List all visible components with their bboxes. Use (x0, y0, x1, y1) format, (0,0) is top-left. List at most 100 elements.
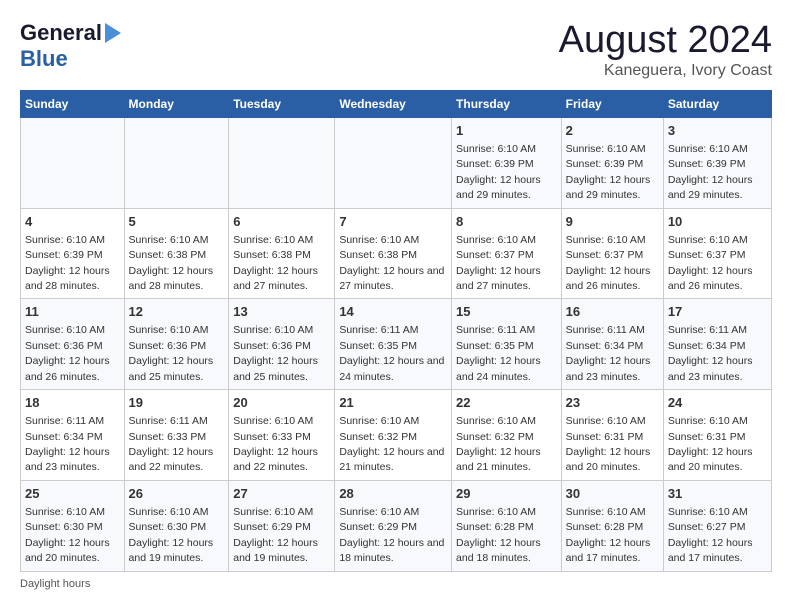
day-number: 19 (129, 394, 225, 412)
calendar-cell: 9 Sunrise: 6:10 AMSunset: 6:37 PMDaylight… (561, 208, 663, 299)
cell-info: Sunrise: 6:11 AMSunset: 6:35 PMDaylight:… (456, 324, 541, 382)
calendar-cell: 15Sunrise: 6:11 AMSunset: 6:35 PMDayligh… (452, 299, 562, 390)
cell-info: Sunrise: 6:10 AMSunset: 6:38 PMDaylight:… (233, 234, 318, 292)
cell-info: Sunrise: 6:10 AMSunset: 6:36 PMDaylight:… (233, 324, 318, 382)
logo-arrow-icon (105, 23, 121, 43)
day-number: 1 (456, 122, 557, 140)
calendar-cell: 14Sunrise: 6:11 AMSunset: 6:35 PMDayligh… (335, 299, 452, 390)
calendar-cell: 16 Sunrise: 6:11 AMSunset: 6:34 PMDayligh… (561, 299, 663, 390)
calendar-cell: 26Sunrise: 6:10 AMSunset: 6:30 PMDayligh… (124, 480, 229, 571)
cell-info: Sunrise: 6:10 AMSunset: 6:31 PMDaylight:… (566, 415, 651, 473)
calendar-cell: 24 Sunrise: 6:10 AMSunset: 6:31 PMDayligh… (663, 390, 771, 481)
calendar-cell: 23 Sunrise: 6:10 AMSunset: 6:31 PMDayligh… (561, 390, 663, 481)
cell-info: Sunrise: 6:10 AMSunset: 6:36 PMDaylight:… (129, 324, 214, 382)
calendar-cell: 31Sunrise: 6:10 AMSunset: 6:27 PMDayligh… (663, 480, 771, 571)
cell-info: Sunrise: 6:10 AMSunset: 6:30 PMDaylight:… (129, 506, 214, 564)
calendar-cell: 7Sunrise: 6:10 AMSunset: 6:38 PMDaylight… (335, 208, 452, 299)
calendar-cell (229, 117, 335, 208)
calendar-cell: 28 Sunrise: 6:10 AMSunset: 6:29 PMDayligh… (335, 480, 452, 571)
week-row-2: 11 Sunrise: 6:10 AMSunset: 6:36 PMDayligh… (21, 299, 772, 390)
cell-info: Sunrise: 6:10 AMSunset: 6:39 PMDaylight:… (566, 143, 651, 201)
page-subtitle: Kaneguera, Ivory Coast (559, 62, 772, 80)
page-header: General Blue August 2024 Kaneguera, Ivor… (20, 20, 772, 80)
day-number: 16 (566, 303, 659, 321)
cell-info: Sunrise: 6:11 AMSunset: 6:33 PMDaylight:… (129, 415, 214, 473)
calendar-cell: 25 Sunrise: 6:10 AMSunset: 6:30 PMDayligh… (21, 480, 125, 571)
cell-info: Sunrise: 6:10 AMSunset: 6:29 PMDaylight:… (339, 506, 444, 564)
cell-info: Sunrise: 6:10 AMSunset: 6:37 PMDaylight:… (668, 234, 753, 292)
calendar-cell: 30 Sunrise: 6:10 AMSunset: 6:28 PMDayligh… (561, 480, 663, 571)
calendar-cell: 4 Sunrise: 6:10 AMSunset: 6:39 PMDaylight… (21, 208, 125, 299)
calendar-cell: 29 Sunrise: 6:10 AMSunset: 6:28 PMDayligh… (452, 480, 562, 571)
calendar-cell: 3Sunrise: 6:10 AMSunset: 6:39 PMDaylight… (663, 117, 771, 208)
day-number: 23 (566, 394, 659, 412)
week-row-4: 25 Sunrise: 6:10 AMSunset: 6:30 PMDayligh… (21, 480, 772, 571)
col-wednesday: Wednesday (335, 90, 452, 117)
calendar-cell: 20 Sunrise: 6:10 AMSunset: 6:33 PMDayligh… (229, 390, 335, 481)
calendar-cell: 13Sunrise: 6:10 AMSunset: 6:36 PMDayligh… (229, 299, 335, 390)
calendar-cell: 17 Sunrise: 6:11 AMSunset: 6:34 PMDayligh… (663, 299, 771, 390)
daylight-label: Daylight hours (20, 578, 90, 590)
day-number: 20 (233, 394, 330, 412)
week-row-3: 18Sunrise: 6:11 AMSunset: 6:34 PMDayligh… (21, 390, 772, 481)
calendar-cell: 22Sunrise: 6:10 AMSunset: 6:32 PMDayligh… (452, 390, 562, 481)
day-number: 9 (566, 213, 659, 231)
header-row: Sunday Monday Tuesday Wednesday Thursday… (21, 90, 772, 117)
calendar-cell: 19 Sunrise: 6:11 AMSunset: 6:33 PMDayligh… (124, 390, 229, 481)
col-friday: Friday (561, 90, 663, 117)
cell-info: Sunrise: 6:11 AMSunset: 6:34 PMDaylight:… (668, 324, 753, 382)
cell-info: Sunrise: 6:11 AMSunset: 6:34 PMDaylight:… (566, 324, 651, 382)
calendar-cell (124, 117, 229, 208)
cell-info: Sunrise: 6:10 AMSunset: 6:33 PMDaylight:… (233, 415, 318, 473)
day-number: 21 (339, 394, 447, 412)
day-number: 12 (129, 303, 225, 321)
day-number: 5 (129, 213, 225, 231)
title-block: August 2024 Kaneguera, Ivory Coast (559, 20, 772, 80)
cell-info: Sunrise: 6:10 AMSunset: 6:29 PMDaylight:… (233, 506, 318, 564)
day-number: 3 (668, 122, 767, 140)
calendar-cell: 11 Sunrise: 6:10 AMSunset: 6:36 PMDayligh… (21, 299, 125, 390)
col-thursday: Thursday (452, 90, 562, 117)
day-number: 27 (233, 485, 330, 503)
cell-info: Sunrise: 6:10 AMSunset: 6:28 PMDaylight:… (566, 506, 651, 564)
day-number: 8 (456, 213, 557, 231)
calendar-cell: 8Sunrise: 6:10 AMSunset: 6:37 PMDaylight… (452, 208, 562, 299)
logo-blue: Blue (20, 46, 68, 71)
calendar-cell: 1 Sunrise: 6:10 AMSunset: 6:39 PMDaylight… (452, 117, 562, 208)
col-saturday: Saturday (663, 90, 771, 117)
cell-info: Sunrise: 6:10 AMSunset: 6:27 PMDaylight:… (668, 506, 753, 564)
day-number: 11 (25, 303, 120, 321)
cell-info: Sunrise: 6:10 AMSunset: 6:39 PMDaylight:… (25, 234, 110, 292)
cell-info: Sunrise: 6:10 AMSunset: 6:32 PMDaylight:… (339, 415, 444, 473)
cell-info: Sunrise: 6:10 AMSunset: 6:38 PMDaylight:… (339, 234, 444, 292)
day-number: 24 (668, 394, 767, 412)
calendar-cell: 12 Sunrise: 6:10 AMSunset: 6:36 PMDayligh… (124, 299, 229, 390)
calendar-cell: 21 Sunrise: 6:10 AMSunset: 6:32 PMDayligh… (335, 390, 452, 481)
cell-info: Sunrise: 6:11 AMSunset: 6:34 PMDaylight:… (25, 415, 110, 473)
day-number: 10 (668, 213, 767, 231)
logo-general: General (20, 20, 102, 46)
cell-info: Sunrise: 6:10 AMSunset: 6:37 PMDaylight:… (566, 234, 651, 292)
day-number: 4 (25, 213, 120, 231)
cell-info: Sunrise: 6:10 AMSunset: 6:28 PMDaylight:… (456, 506, 541, 564)
col-monday: Monday (124, 90, 229, 117)
cell-info: Sunrise: 6:10 AMSunset: 6:39 PMDaylight:… (456, 143, 541, 201)
cell-info: Sunrise: 6:10 AMSunset: 6:30 PMDaylight:… (25, 506, 110, 564)
day-number: 17 (668, 303, 767, 321)
day-number: 25 (25, 485, 120, 503)
cell-info: Sunrise: 6:10 AMSunset: 6:36 PMDaylight:… (25, 324, 110, 382)
day-number: 30 (566, 485, 659, 503)
day-number: 29 (456, 485, 557, 503)
day-number: 28 (339, 485, 447, 503)
calendar-cell: 18Sunrise: 6:11 AMSunset: 6:34 PMDayligh… (21, 390, 125, 481)
day-number: 22 (456, 394, 557, 412)
calendar-cell: 2Sunrise: 6:10 AMSunset: 6:39 PMDaylight… (561, 117, 663, 208)
logo: General Blue (20, 20, 121, 72)
footer: Daylight hours (20, 578, 772, 590)
calendar-cell (335, 117, 452, 208)
cell-info: Sunrise: 6:10 AMSunset: 6:38 PMDaylight:… (129, 234, 214, 292)
day-number: 6 (233, 213, 330, 231)
cell-info: Sunrise: 6:10 AMSunset: 6:31 PMDaylight:… (668, 415, 753, 473)
col-tuesday: Tuesday (229, 90, 335, 117)
page-title: August 2024 (559, 20, 772, 62)
